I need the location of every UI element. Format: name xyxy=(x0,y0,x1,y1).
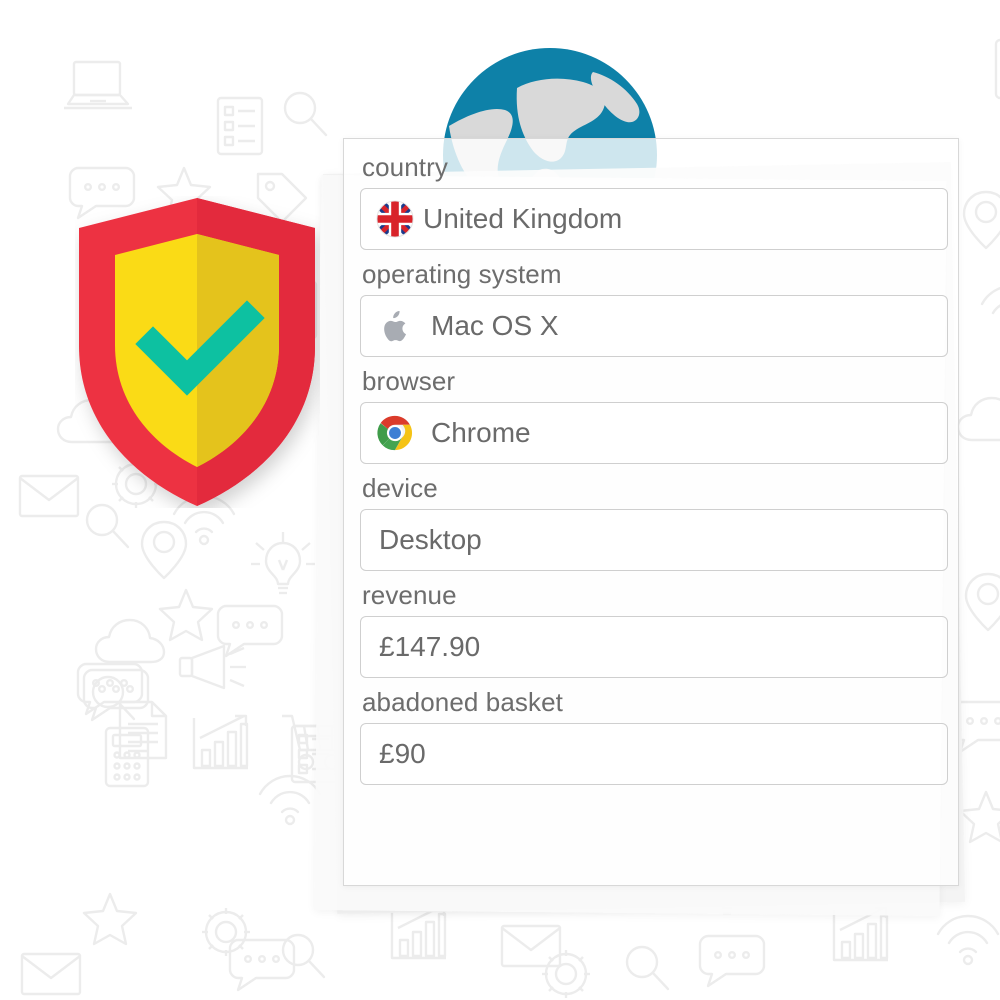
revenue-value: £147.90 xyxy=(379,631,481,662)
browser-value: Chrome xyxy=(431,417,531,448)
field-label-abadoned-basket: abadoned basket xyxy=(362,687,564,717)
abadoned-basket-value: £90 xyxy=(379,738,426,769)
country-input[interactable]: United Kingdom xyxy=(360,188,948,250)
chrome-icon xyxy=(375,413,415,453)
details-card: country United Kingdom operating system … xyxy=(343,138,959,886)
field-abadoned-basket: abadoned basket £90 xyxy=(360,682,948,785)
field-label-revenue: revenue xyxy=(362,580,457,610)
field-label-device: device xyxy=(362,473,438,503)
uk-flag-icon xyxy=(375,199,415,239)
operating-system-value: Mac OS X xyxy=(431,310,559,341)
country-value: United Kingdom xyxy=(423,203,623,234)
security-shield-badge xyxy=(75,196,320,508)
operating-system-input[interactable]: Mac OS X xyxy=(360,295,948,357)
field-label-operating-system: operating system xyxy=(362,259,562,289)
revenue-input[interactable]: £147.90 xyxy=(360,616,948,678)
browser-input[interactable]: Chrome xyxy=(360,402,948,464)
abadoned-basket-input[interactable]: £90 xyxy=(360,723,948,785)
field-label-browser: browser xyxy=(362,366,456,396)
device-value: Desktop xyxy=(379,524,482,555)
apple-icon xyxy=(375,306,415,346)
field-operating-system: operating system Mac OS X xyxy=(360,254,948,357)
field-revenue: revenue £147.90 xyxy=(360,575,948,678)
field-device: device Desktop xyxy=(360,468,948,571)
field-browser: browser Chrome xyxy=(360,361,948,464)
device-input[interactable]: Desktop xyxy=(360,509,948,571)
field-country: country United Kingdom xyxy=(360,147,948,250)
field-label-country: country xyxy=(362,152,448,182)
